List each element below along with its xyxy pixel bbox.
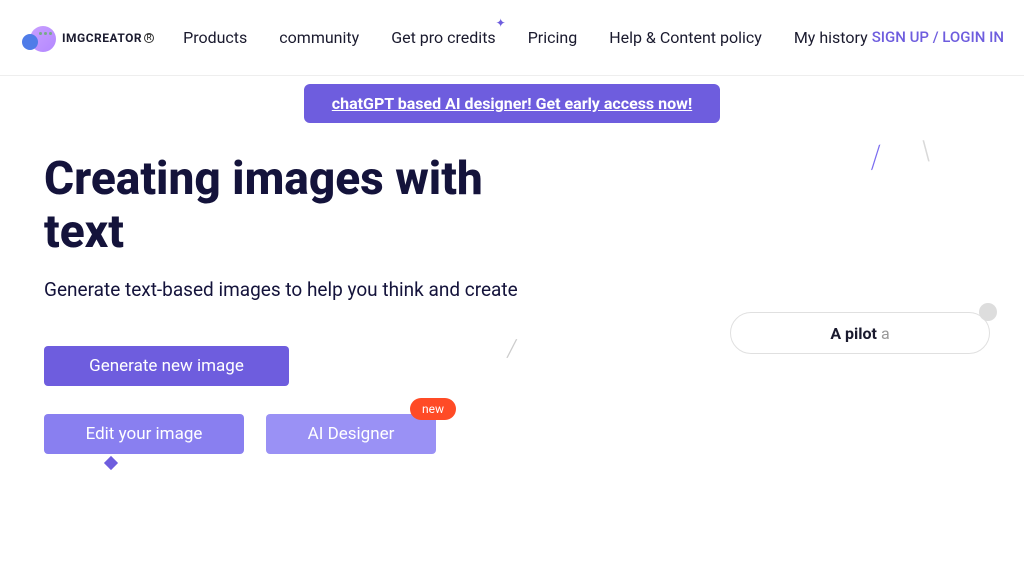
nav-community[interactable]: community (279, 28, 359, 47)
new-badge: new (410, 398, 456, 420)
nav-credits[interactable]: Get pro credits ✦ (391, 28, 495, 47)
prompt-light: a (881, 324, 890, 343)
generate-button[interactable]: Generate new image (44, 346, 289, 386)
page-subtitle: Generate text-based images to help you t… (44, 277, 519, 303)
prompt-pill[interactable]: A pilot a (730, 312, 990, 354)
logo[interactable]: IMGCREATOR R (20, 20, 154, 56)
registered-icon: R (144, 33, 154, 43)
hero: Creating images with text Generate text-… (0, 123, 1024, 454)
auth-link[interactable]: SIGN UP / LOGIN IN (872, 26, 1004, 49)
decor-slash-icon: ╱ (507, 339, 517, 358)
page-title: Creating images with text (44, 153, 519, 259)
edit-button-label: Edit your image (86, 424, 203, 444)
nav-products[interactable]: Products (183, 28, 247, 47)
logo-icon (20, 20, 56, 56)
button-row-2: Edit your image AI Designer new (44, 414, 519, 454)
decor-slash-icon: ╱ (866, 147, 883, 170)
banner-link[interactable]: chatGPT based AI designer! Get early acc… (304, 84, 720, 123)
hero-right: ╱ ╲ ╱ A pilot a (519, 153, 980, 454)
decor-slash-icon: ╲ (919, 141, 930, 162)
banner: chatGPT based AI designer! Get early acc… (0, 84, 1024, 123)
prompt-bold: A pilot (830, 324, 881, 343)
nav: Products community Get pro credits ✦ Pri… (179, 28, 872, 47)
diamond-icon (104, 456, 118, 470)
nav-help[interactable]: Help & Content policy (609, 28, 762, 47)
header: IMGCREATOR R Products community Get pro … (0, 0, 1024, 76)
sparkle-icon: ✦ (496, 16, 506, 30)
hero-left: Creating images with text Generate text-… (44, 153, 519, 454)
nav-pricing[interactable]: Pricing (528, 28, 578, 47)
prompt-text: A pilot a (830, 324, 889, 343)
button-row-1: Generate new image (44, 346, 519, 386)
nav-credits-label: Get pro credits (391, 28, 495, 47)
edit-button[interactable]: Edit your image (44, 414, 244, 454)
ai-designer-button[interactable]: AI Designer new (266, 414, 436, 454)
ai-designer-label: AI Designer (308, 424, 395, 444)
pill-dot-icon (979, 303, 997, 321)
nav-history[interactable]: My history (794, 28, 868, 47)
logo-text: IMGCREATOR (62, 31, 142, 45)
